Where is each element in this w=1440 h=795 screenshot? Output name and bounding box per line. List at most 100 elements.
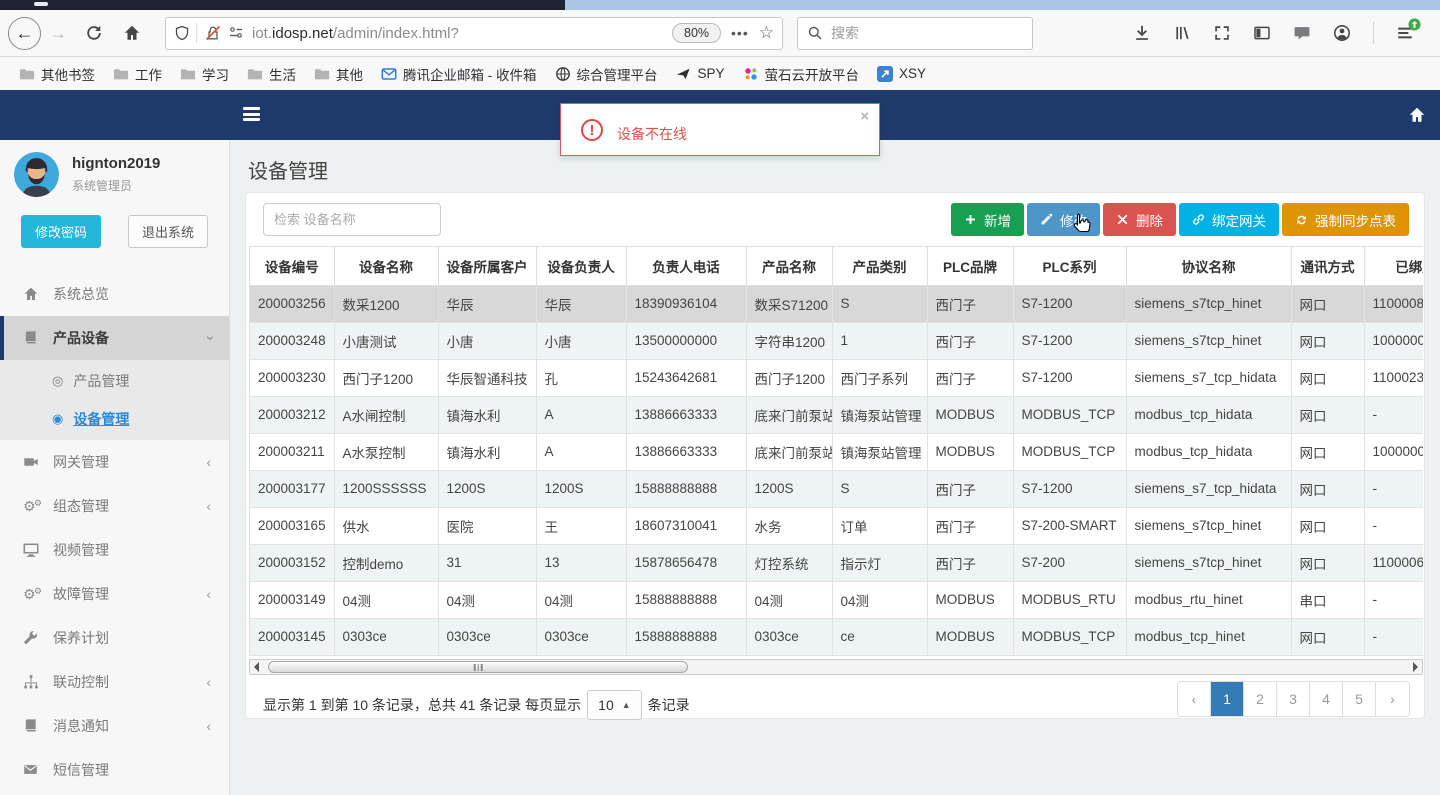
table-row[interactable]: 200003145 0303ce 0303ce 0303ce 15888888888 03… (250, 618, 1423, 656)
action-button-删除[interactable]: 删除 (1103, 203, 1176, 236)
column-header[interactable]: 设备所属客户 (438, 247, 537, 286)
pager-page-5[interactable]: 5 (1343, 682, 1376, 716)
bookmark-star-icon[interactable]: ☆ (759, 23, 774, 43)
sidebar-item-短信管理[interactable]: 短信管理 (0, 748, 229, 792)
scrollbar-thumb[interactable] (268, 661, 688, 673)
url-bar[interactable]: iot.idosp.net/admin/index.html? 80% ••• … (165, 16, 783, 50)
change-password-button[interactable]: 修改密码 (21, 215, 102, 248)
browser-search-input[interactable] (831, 25, 1001, 41)
column-header[interactable]: 协议名称 (1126, 247, 1292, 286)
bookmark-item[interactable]: 工作 (104, 61, 171, 87)
insecure-lock-icon[interactable] (205, 25, 221, 41)
horizontal-scrollbar[interactable] (249, 659, 1423, 675)
sidebar-item-故障管理[interactable]: ⚙ ⚙ 故障管理 ‹ (0, 572, 229, 616)
chat-icon[interactable] (1293, 24, 1311, 42)
menu-icon[interactable] (1396, 18, 1421, 42)
column-header[interactable]: PLC品牌 (927, 247, 1014, 286)
scroll-right-arrow-icon[interactable] (1413, 662, 1418, 672)
pager-page-1[interactable]: 1 (1211, 682, 1244, 716)
action-button-强制同步点表[interactable]: 强制同步点表 (1282, 203, 1409, 236)
folder-icon (113, 66, 129, 82)
screenshot-icon[interactable] (1213, 24, 1231, 42)
bookmark-item[interactable]: 学习 (171, 61, 238, 87)
bookmark-item[interactable]: 腾讯企业邮箱 - 收件箱 (372, 61, 546, 87)
sidebar-item-组态管理[interactable]: ⚙ ⚙ 组态管理 ‹ (0, 484, 229, 528)
table-cell: 04测 (832, 581, 928, 619)
table-cell: S7-200 (1013, 544, 1127, 582)
table-cell: 18607310041 (626, 507, 747, 545)
scroll-left-arrow-icon[interactable] (254, 662, 259, 672)
bookmark-item[interactable]: 生活 (238, 61, 305, 87)
column-header[interactable]: PLC系列 (1013, 247, 1127, 286)
home-button[interactable] (113, 24, 151, 42)
url-text[interactable]: iot.idosp.net/admin/index.html? (252, 25, 672, 42)
table-row[interactable]: 200003149 04测 04测 04测 15888888888 04测 04测 MODBU… (250, 581, 1423, 619)
page-size-select[interactable]: 10 ▲ (587, 690, 642, 720)
pager-page-2[interactable]: 2 (1244, 682, 1277, 716)
bookmark-item[interactable]: 萤石云开放平台 (734, 61, 869, 87)
column-header[interactable]: 产品类别 (832, 247, 928, 286)
page-actions-icon[interactable]: ••• (731, 25, 749, 41)
table-row[interactable]: 200003177 1200SSSSSS 1200S 1200S 15888888888… (250, 470, 1423, 508)
permissions-icon[interactable] (228, 25, 244, 41)
table-cell: modbus_rtu_hinet (1126, 581, 1292, 619)
table-toolbar: 新增 修改 删除 绑定网关 强制同步点表 (951, 203, 1409, 236)
alert-close-icon[interactable]: × (860, 108, 869, 125)
bookmark-item[interactable]: 其他书签 (10, 61, 104, 87)
sidebar-subitem-产品管理[interactable]: ◎ 产品管理 (0, 362, 229, 400)
bookmark-item[interactable]: XSY (868, 63, 935, 85)
action-button-新增[interactable]: 新增 (951, 203, 1024, 236)
sidebar-item-视频管理[interactable]: 视频管理 (0, 528, 229, 572)
table-row[interactable]: 200003152 控制demo 31 13 15878656478 灯控系统 指示灯 西门子… (250, 544, 1423, 582)
sidebar-item-网关管理[interactable]: 网关管理 ‹ (0, 440, 229, 484)
column-header[interactable]: 设备名称 (334, 247, 439, 286)
shield-icon[interactable] (174, 25, 190, 41)
table-row[interactable]: 200003230 西门子1200 华辰智通科技孔 15243642681 西门子120… (250, 359, 1423, 397)
table-row[interactable]: 200003165 供水 医院王 18607310041 水务 订单 西门子 S7-200-S… (250, 507, 1423, 545)
sidebar-toggle-icon[interactable] (1253, 24, 1271, 42)
sidebar-item-联动控制[interactable]: 联动控制 ‹ (0, 660, 229, 704)
navbar-home-icon[interactable] (1408, 106, 1426, 124)
browser-search-bar[interactable] (797, 16, 1033, 50)
bookmark-item[interactable]: 综合管理平台 (546, 61, 667, 87)
column-header[interactable]: 产品名称 (746, 247, 833, 286)
bookmark-item[interactable]: SPY (667, 63, 734, 85)
table-row[interactable]: 200003256 数采1200 华辰 华辰 18390936104 数采S71200 S 西… (250, 285, 1423, 323)
hamburger-icon[interactable] (243, 107, 260, 121)
column-header[interactable]: 设备编号 (250, 247, 335, 286)
logout-button[interactable]: 退出系统 (128, 215, 209, 248)
table-cell: siemens_s7tcp_hinet (1126, 322, 1292, 360)
library-icon[interactable] (1173, 24, 1191, 42)
forward-button[interactable]: → (41, 23, 75, 44)
pager-next[interactable]: › (1376, 682, 1409, 716)
back-button[interactable]: ← (8, 16, 41, 50)
folder-icon (180, 66, 196, 82)
sidebar-item-产品设备[interactable]: 产品设备 ‹ (0, 316, 229, 360)
ys7-dots-icon (743, 66, 759, 82)
table-row[interactable]: 200003248 小唐测试 小唐 小唐 13500000000 字符串1200 1 西门子 S… (250, 322, 1423, 360)
pager-prev[interactable]: ‹ (1178, 682, 1211, 716)
sidebar-subitem-设备管理[interactable]: ◉ 设备管理 (0, 400, 229, 438)
browser-active-tab[interactable] (0, 0, 565, 10)
pager-page-3[interactable]: 3 (1277, 682, 1310, 716)
column-header[interactable]: 负责人电话 (626, 247, 747, 286)
reload-button[interactable] (75, 24, 113, 42)
column-header[interactable]: 通讯方式 (1291, 247, 1365, 286)
sidebar-item-系统总览[interactable]: 系统总览 (0, 272, 229, 316)
table-cell: 底来门前泵站 (746, 396, 833, 434)
column-header[interactable]: 设备负责人 (536, 247, 627, 286)
table-row[interactable]: 200003212 A水闸控制 镇海水利 A 13886663333 底来门前泵站 镇海泵站… (250, 396, 1423, 434)
account-icon[interactable] (1333, 24, 1351, 42)
dot-circle-icon: ◎ (52, 373, 64, 388)
bookmark-item[interactable]: 其他 (305, 61, 372, 87)
sidebar-item-消息通知[interactable]: 消息通知 ‹ (0, 704, 229, 748)
table-cell: 指示灯 (832, 544, 928, 582)
sidebar-item-保养计划[interactable]: 保养计划 (0, 616, 229, 660)
pager-page-4[interactable]: 4 (1310, 682, 1343, 716)
zoom-level-badge[interactable]: 80% (672, 23, 722, 43)
action-button-绑定网关[interactable]: 绑定网关 (1179, 203, 1279, 236)
device-search-input[interactable] (263, 203, 441, 236)
download-icon[interactable] (1133, 24, 1151, 42)
column-header[interactable]: 已绑定网关 (1364, 247, 1423, 286)
table-row[interactable]: 200003211 A水泵控制 镇海水利 A 13886663333 底来门前泵站 镇海泵站… (250, 433, 1423, 471)
